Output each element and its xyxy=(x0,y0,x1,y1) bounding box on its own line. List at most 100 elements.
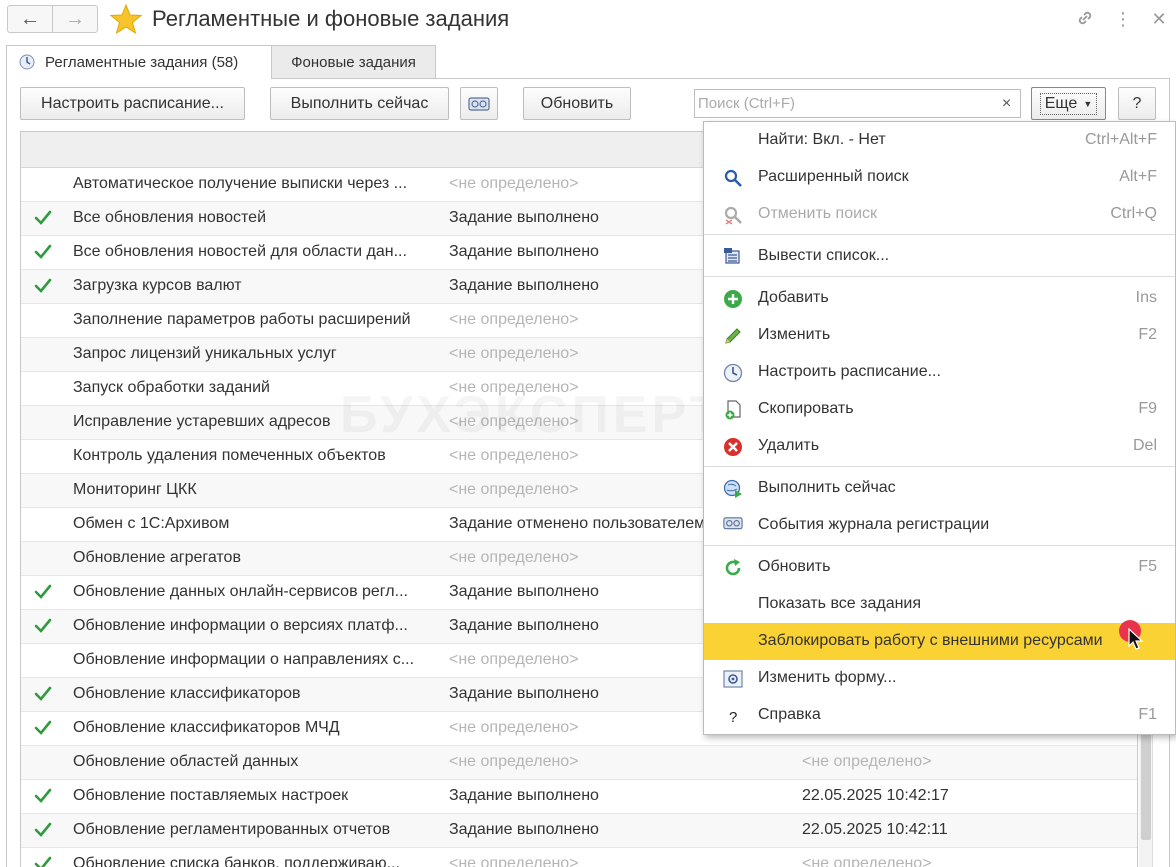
menu-item-label: Изменить форму... xyxy=(758,669,897,686)
event-log-button[interactable] xyxy=(460,87,498,120)
job-name: Запуск обработки заданий xyxy=(73,379,270,396)
tab-background-jobs[interactable]: Фоновые задания xyxy=(271,45,436,78)
menu-item[interactable]: Скопировать F9 xyxy=(704,391,1175,428)
close-icon[interactable]: ✕ xyxy=(1148,8,1170,30)
menu-item[interactable]: Показать все задания xyxy=(704,586,1175,623)
refresh-button[interactable]: Обновить xyxy=(523,87,631,120)
job-name: Обновление областей данных xyxy=(73,753,299,770)
menu-item[interactable]: ? Справка F1 xyxy=(704,697,1175,734)
tab-label: Регламентные задания (58) xyxy=(45,54,239,71)
job-name: Обновление информации о версиях платф... xyxy=(73,617,408,634)
menu-item[interactable]: Заблокировать работу с внешними ресурсам… xyxy=(704,623,1175,660)
form-settings-icon xyxy=(723,669,743,689)
schedule-button[interactable]: Настроить расписание... xyxy=(20,87,245,120)
more-button[interactable]: Еще ▼ xyxy=(1031,87,1106,120)
job-name: Обновление данных онлайн-сервисов регл..… xyxy=(73,583,408,600)
check-icon xyxy=(34,618,52,633)
tab-scheduled-jobs[interactable]: Регламентные задания (58) xyxy=(6,45,272,79)
job-status: <не определено> xyxy=(449,549,579,566)
menu-item-label: Удалить xyxy=(758,437,820,454)
job-name: Обмен с 1С:Архивом xyxy=(73,515,230,532)
menu-item-label: Выполнить сейчас xyxy=(758,479,896,496)
more-label: Еще xyxy=(1044,94,1078,112)
menu-item[interactable]: Изменить F2 xyxy=(704,317,1175,354)
job-status: <не определено> xyxy=(449,413,579,430)
menu-item[interactable]: Удалить Del xyxy=(704,428,1175,465)
menu-separator xyxy=(704,545,1175,546)
menu-item-label: Отменить поиск xyxy=(758,205,878,222)
job-name: Автоматическое получение выписки через .… xyxy=(73,175,408,192)
menu-item[interactable]: Добавить Ins xyxy=(704,280,1175,317)
job-status: Задание выполнено xyxy=(449,209,599,226)
menu-item-label: Справка xyxy=(758,706,821,723)
job-status: Задание выполнено xyxy=(449,685,599,702)
table-row[interactable]: Обновление поставляемых настроек Задание … xyxy=(21,780,1137,814)
job-status: <не определено> xyxy=(449,719,579,736)
job-status: <не определено> xyxy=(449,379,579,396)
job-status: Задание выполнено xyxy=(449,787,599,804)
check-icon xyxy=(34,720,52,735)
job-status: <не определено> xyxy=(449,651,579,668)
forward-button[interactable]: → xyxy=(52,5,98,33)
menu-item[interactable]: Вывести список... xyxy=(704,238,1175,275)
mouse-cursor-icon xyxy=(1128,628,1144,650)
job-name: Загрузка курсов валют xyxy=(73,277,242,294)
run-now-button[interactable]: Выполнить сейчас xyxy=(270,87,449,120)
menu-item[interactable]: Найти: Вкл. - Нет Ctrl+Alt+F xyxy=(704,122,1175,159)
search-clear-button[interactable]: × xyxy=(993,89,1021,118)
check-icon xyxy=(34,210,52,225)
job-time: <не определено> xyxy=(802,855,932,867)
favorite-star-icon[interactable] xyxy=(110,3,142,35)
job-name: Обновление списка банков, поддерживаю... xyxy=(73,855,400,867)
arrow-left-icon: ← xyxy=(20,7,40,30)
refresh-icon xyxy=(723,558,743,578)
menu-item-label: События журнала регистрации xyxy=(758,516,990,533)
menu-item[interactable]: Настроить расписание... xyxy=(704,354,1175,391)
job-name: Контроль удаления помеченных объектов xyxy=(73,447,386,464)
menu-item-label: Заблокировать работу с внешними ресурсам… xyxy=(758,632,1103,649)
menu-item[interactable]: Изменить форму... xyxy=(704,660,1175,697)
menu-item-shortcut: F9 xyxy=(1138,400,1157,417)
more-vertical-icon[interactable]: ⋮ xyxy=(1112,8,1134,30)
table-row[interactable]: Обновление областей данных <не определено… xyxy=(21,746,1137,780)
menu-item-label: Изменить xyxy=(758,326,831,343)
job-name: Обновление классификаторов МЧД xyxy=(73,719,340,736)
job-name: Исправление устаревших адресов xyxy=(73,413,331,430)
menu-item-shortcut: Ctrl+Alt+F xyxy=(1084,131,1157,148)
menu-item-shortcut: Alt+F xyxy=(1119,168,1157,185)
search-input[interactable]: Поиск (Ctrl+F) xyxy=(694,89,994,118)
menu-separator xyxy=(704,234,1175,235)
edit-icon xyxy=(723,326,743,346)
menu-item-label: Показать все задания xyxy=(758,595,922,612)
cancel-search-icon xyxy=(723,205,743,225)
link-icon[interactable] xyxy=(1074,8,1096,30)
menu-item[interactable]: Выполнить сейчас xyxy=(704,470,1175,507)
menu-item[interactable]: Обновить F5 xyxy=(704,549,1175,586)
help-button[interactable]: ? xyxy=(1118,87,1156,120)
menu-item[interactable]: Отменить поиск Ctrl+Q xyxy=(704,196,1175,233)
menu-item-shortcut: F5 xyxy=(1138,558,1157,575)
job-status: Задание выполнено xyxy=(449,277,599,294)
job-status: <не определено> xyxy=(449,345,579,362)
check-icon xyxy=(34,584,52,599)
event-log-icon xyxy=(468,96,490,111)
menu-item-shortcut: Ins xyxy=(1135,289,1157,306)
menu-item-label: Настроить расписание... xyxy=(758,363,941,380)
menu-item[interactable]: Расширенный поиск Alt+F xyxy=(704,159,1175,196)
panel-border-left xyxy=(6,78,7,867)
job-status: <не определено> xyxy=(449,311,579,328)
job-status: <не определено> xyxy=(449,481,579,498)
log-icon xyxy=(723,516,743,536)
more-menu: Найти: Вкл. - Нет Ctrl+Alt+F Расширенный п… xyxy=(703,121,1176,735)
menu-item[interactable]: События журнала регистрации xyxy=(704,507,1175,544)
menu-separator xyxy=(704,466,1175,467)
check-icon xyxy=(34,788,52,803)
back-button[interactable]: ← xyxy=(7,5,53,33)
table-row[interactable]: Обновление регламентированных отчетов Зад… xyxy=(21,814,1137,848)
menu-item-shortcut: Ctrl+Q xyxy=(1110,205,1157,222)
job-name: Обновление регламентированных отчетов xyxy=(73,821,391,838)
menu-separator xyxy=(704,276,1175,277)
job-status: Задание выполнено xyxy=(449,243,599,260)
menu-item-shortcut: Del xyxy=(1132,437,1157,454)
table-row[interactable]: Обновление списка банков, поддерживаю...… xyxy=(21,848,1137,867)
